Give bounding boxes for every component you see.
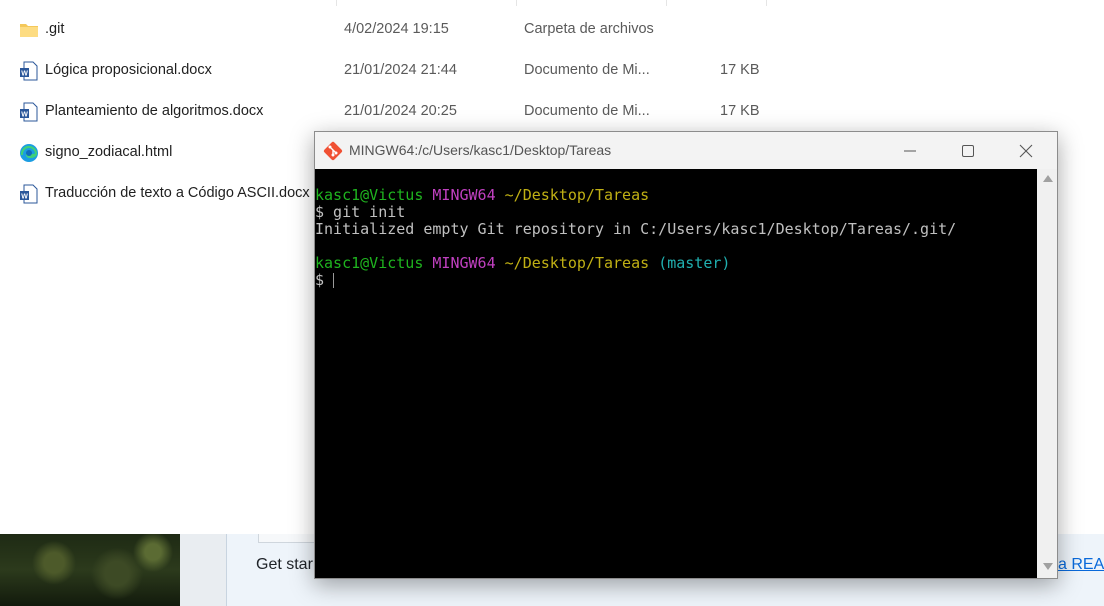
minimize-button[interactable] (881, 132, 939, 169)
terminal-titlebar[interactable]: MINGW64:/c/Users/kasc1/Desktop/Tareas (315, 132, 1057, 169)
column-separator[interactable] (666, 0, 667, 6)
close-button[interactable] (997, 132, 1055, 169)
file-name: Traducción de texto a Código ASCII.docx (45, 185, 310, 201)
prompt-line-1: kasc1@Victus MINGW64 ~/Desktop/Tareas (315, 187, 649, 204)
prompt-user: kasc1@Victus (315, 186, 424, 204)
prompt-path: ~/Desktop/Tareas (504, 186, 650, 204)
background-tab-fragment (258, 534, 320, 543)
minimize-icon (904, 150, 916, 152)
svg-text:W: W (21, 194, 28, 201)
file-name: Planteamiento de algoritmos.docx (45, 103, 264, 119)
command-output: Initialized empty Git repository in C:/U… (315, 220, 957, 238)
word-doc-icon: W (20, 102, 38, 122)
input-prompt: $ (315, 271, 325, 289)
file-name: signo_zodiacal.html (45, 144, 173, 160)
file-size: 17 KB (720, 62, 760, 78)
prompt-system: MINGW64 (432, 186, 496, 204)
file-date: 21/01/2024 20:25 (344, 103, 457, 119)
file-row-planteamiento-algoritmos[interactable]: W Planteamiento de algoritmos.docx 21/01… (0, 91, 800, 132)
file-row-logica-proposicional[interactable]: W Lógica proposicional.docx 21/01/2024 2… (0, 50, 800, 91)
folder-icon (20, 24, 38, 37)
git-logo-icon (323, 141, 343, 161)
command-line: $ git init (315, 203, 406, 221)
close-icon (1019, 144, 1033, 158)
file-row-git-folder[interactable]: .git 4/02/2024 19:15 Carpeta de archivos (0, 9, 800, 50)
svg-text:W: W (21, 71, 28, 78)
prompt-user: kasc1@Victus (315, 254, 424, 272)
background-get-started-text: Get star (256, 556, 313, 573)
file-size: 17 KB (720, 103, 760, 119)
input-line[interactable]: $ (315, 271, 335, 289)
word-doc-icon: W (20, 184, 38, 204)
scroll-up-arrow-icon[interactable] (1043, 175, 1053, 182)
file-date: 4/02/2024 19:15 (344, 21, 449, 37)
file-name: Lógica proposicional.docx (45, 62, 212, 78)
text-cursor (333, 273, 335, 288)
prompt-branch: (master) (658, 254, 731, 272)
file-type: Carpeta de archivos (524, 21, 654, 37)
background-readme-link[interactable]: a READ (1058, 556, 1104, 574)
column-separator[interactable] (766, 0, 767, 6)
terminal-output-area[interactable]: kasc1@Victus MINGW64 ~/Desktop/Tareas $ … (315, 169, 1037, 578)
file-type: Documento de Mi... (524, 103, 650, 119)
git-bash-terminal-window[interactable]: MINGW64:/c/Users/kasc1/Desktop/Tareas ka… (314, 131, 1058, 579)
scroll-down-arrow-icon[interactable] (1043, 563, 1053, 570)
prompt-system: MINGW64 (432, 254, 496, 272)
window-title: MINGW64:/c/Users/kasc1/Desktop/Tareas (349, 142, 612, 158)
word-doc-icon: W (20, 61, 38, 81)
svg-text:W: W (21, 112, 28, 119)
maximize-icon (962, 145, 974, 157)
prompt-line-2: kasc1@Victus MINGW64 ~/Desktop/Tareas (m… (315, 255, 730, 272)
terminal-scrollbar[interactable] (1037, 169, 1057, 578)
file-type: Documento de Mi... (524, 62, 650, 78)
maximize-button[interactable] (939, 132, 997, 169)
file-name: .git (45, 21, 65, 37)
prompt-path: ~/Desktop/Tareas (504, 254, 650, 272)
desktop-wallpaper-photo (0, 534, 180, 606)
column-separator[interactable] (516, 0, 517, 6)
file-date: 21/01/2024 21:44 (344, 62, 457, 78)
edge-html-icon (20, 144, 38, 162)
column-separator[interactable] (336, 0, 337, 6)
